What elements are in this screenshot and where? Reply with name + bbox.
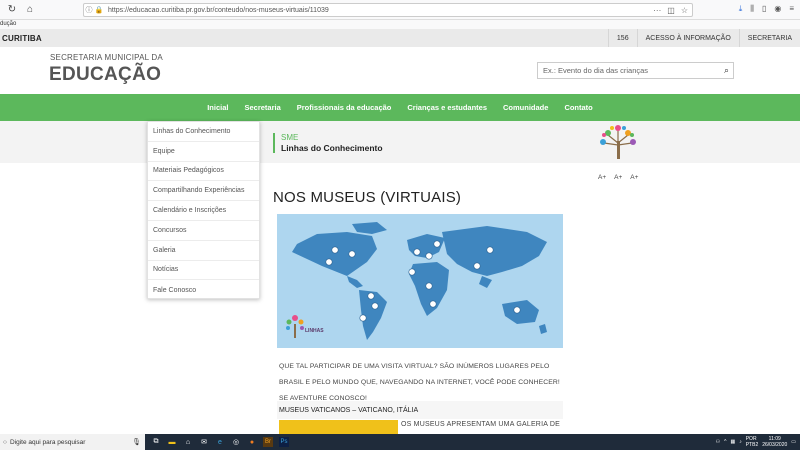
menu-icon[interactable]: ≡ bbox=[789, 4, 794, 14]
system-tray: ⚇ ^ ▦ ♪ POR PTB2 11:09 26/03/2020 ▭ bbox=[716, 436, 800, 448]
bridge-icon[interactable]: Br bbox=[263, 437, 273, 447]
address-bar[interactable]: ⓘ 🔒 https://educacao.curitiba.pr.gov.br/… bbox=[83, 3, 693, 17]
mail-icon[interactable]: ✉ bbox=[199, 437, 209, 447]
firefox-icon[interactable]: ● bbox=[247, 437, 257, 447]
bookmark-item[interactable]: dução bbox=[0, 21, 16, 27]
taskbar-search-text: Digite aqui para pesquisar bbox=[9, 438, 86, 446]
search-input[interactable]: Ex.: Evento do dia das crianças ⌕ bbox=[537, 62, 734, 79]
refresh-icon[interactable]: ↻ bbox=[6, 4, 18, 16]
header-title[interactable]: EDUCAÇÃO bbox=[49, 64, 161, 86]
site-topbar: CURITIBA 156 ACESSO À INFORMAÇÃO SECRETA… bbox=[0, 29, 800, 47]
linhas-tree-logo bbox=[600, 125, 636, 159]
taskbar-search[interactable]: ○ Digite aqui para pesquisar 🎙 bbox=[0, 434, 145, 450]
chrome-icon[interactable]: ◎ bbox=[231, 437, 241, 447]
home-icon[interactable]: ⌂ bbox=[24, 4, 36, 16]
menu-item-inicial[interactable]: Inicial bbox=[199, 103, 236, 112]
keyboard-code: PTB2 bbox=[745, 442, 759, 448]
network-icon[interactable]: ▦ bbox=[730, 439, 735, 445]
file-explorer-icon[interactable]: ▬ bbox=[167, 437, 177, 447]
section-subtitle: Linhas do Conhecimento bbox=[281, 143, 383, 153]
taskbar-search-icon: ○ bbox=[3, 438, 7, 446]
profile-icon[interactable]: ◉ bbox=[774, 4, 781, 14]
header-subtitle: SECRETARIA MUNICIPAL DA bbox=[50, 53, 163, 62]
font-reset-button[interactable]: A+ bbox=[614, 174, 622, 181]
submenu-item-galeria[interactable]: Galeria bbox=[148, 241, 259, 261]
section-sme[interactable]: SME bbox=[281, 133, 383, 142]
volume-icon[interactable]: ♪ bbox=[739, 439, 742, 445]
info-icon[interactable]: ⓘ bbox=[84, 5, 94, 15]
vatican-heading: MUSEUS VATICANOS – VATICANO, ITÁLIA bbox=[277, 401, 563, 419]
topbar-link-156[interactable]: 156 bbox=[607, 29, 637, 47]
menu-item-contato[interactable]: Contato bbox=[556, 103, 600, 112]
notifications-icon[interactable]: ▭ bbox=[791, 439, 796, 445]
search-icon[interactable]: ⌕ bbox=[724, 65, 729, 76]
intro-paragraph: QUE TAL PARTICIPAR DE UMA VISITA VIRTUAL… bbox=[279, 363, 560, 402]
menu-item-profissionais[interactable]: Profissionais da educação bbox=[289, 103, 400, 112]
main-content: SME Linhas do Conhecimento A+ A+ A+ NOS … bbox=[0, 121, 800, 434]
museus-text: OS MUSEUS APRESENTAM UMA GALERIA DE bbox=[401, 421, 560, 428]
submenu-item-noticias[interactable]: Notícias bbox=[148, 261, 259, 281]
submenu-item-concursos[interactable]: Concursos bbox=[148, 221, 259, 241]
edge-icon[interactable]: e bbox=[215, 437, 225, 447]
search-placeholder: Ex.: Evento do dia das crianças bbox=[543, 66, 649, 75]
library-icon[interactable]: ⫼ bbox=[750, 4, 754, 14]
lock-icon: 🔒 bbox=[94, 7, 104, 14]
menu-item-criancas[interactable]: Crianças e estudantes bbox=[399, 103, 495, 112]
topbar-link-acesso[interactable]: ACESSO À INFORMAÇÃO bbox=[636, 29, 739, 47]
clock-date: 26/03/2020 bbox=[762, 442, 788, 448]
page-actions-icon[interactable]: ··· bbox=[653, 6, 661, 15]
section-band bbox=[0, 121, 800, 163]
section-heading: SME Linhas do Conhecimento bbox=[273, 133, 383, 153]
people-icon[interactable]: ⚇ bbox=[716, 439, 720, 445]
browser-toolbar: ↻ ⌂ ⓘ 🔒 https://educacao.curitiba.pr.gov… bbox=[0, 0, 800, 20]
submenu-item-fale-conosco[interactable]: Fale Conosco bbox=[148, 280, 259, 300]
microphone-icon[interactable]: 🎙 bbox=[132, 438, 141, 446]
font-size-controls: A+ A+ A+ bbox=[598, 174, 638, 181]
bookmark-bar: dução bbox=[0, 20, 800, 29]
world-map-image: LINHAS bbox=[277, 214, 563, 348]
site-header: SECRETARIA MUNICIPAL DA EDUCAÇÃO Ex.: Ev… bbox=[0, 47, 800, 94]
topbar-link-secretaria[interactable]: SECRETARIA bbox=[738, 29, 800, 47]
url-text[interactable]: https://educacao.curitiba.pr.gov.br/cont… bbox=[108, 7, 329, 14]
taskbar-icons: ⧉ ▬ ⌂ ✉ e ◎ ● Br Ps bbox=[151, 437, 289, 447]
main-menu: Inicial Secretaria Profissionais da educ… bbox=[0, 94, 800, 121]
font-increase-button[interactable]: A+ bbox=[598, 174, 606, 181]
submenu-item-compartilhando[interactable]: Compartilhando Experiências bbox=[148, 181, 259, 202]
submenu-item-linhas[interactable]: Linhas do Conhecimento bbox=[148, 122, 259, 142]
submenu-item-calendario[interactable]: Calendário e Inscrições bbox=[148, 201, 259, 221]
windows-taskbar: ○ Digite aqui para pesquisar 🎙 ⧉ ▬ ⌂ ✉ e… bbox=[0, 434, 800, 450]
map-linhas-logo bbox=[286, 315, 304, 338]
pocket-icon[interactable]: ◫ bbox=[667, 6, 675, 15]
page-title: NOS MUSEUS (VIRTUAIS) bbox=[273, 189, 462, 206]
chevron-up-icon[interactable]: ^ bbox=[724, 439, 726, 445]
photoshop-icon[interactable]: Ps bbox=[279, 437, 289, 447]
download-icon[interactable]: ⤓ bbox=[739, 4, 743, 14]
submenu-item-materiais[interactable]: Materiais Pedagógicos bbox=[148, 162, 259, 182]
curitiba-brand[interactable]: CURITIBA bbox=[0, 34, 42, 43]
clock[interactable]: 11:09 26/03/2020 bbox=[762, 436, 787, 448]
font-decrease-button[interactable]: A+ bbox=[630, 174, 638, 181]
menu-item-secretaria[interactable]: Secretaria bbox=[236, 103, 288, 112]
map-logo-text: LINHAS bbox=[305, 328, 324, 334]
vatican-image bbox=[279, 420, 398, 434]
language-indicator[interactable]: POR PTB2 bbox=[746, 436, 759, 448]
bookmark-star-icon[interactable]: ☆ bbox=[681, 6, 688, 15]
sidebar-icon[interactable]: ▯ bbox=[762, 4, 766, 14]
menu-item-comunidade[interactable]: Comunidade bbox=[495, 103, 556, 112]
store-icon[interactable]: ⌂ bbox=[183, 437, 193, 447]
topbar-links: 156 ACESSO À INFORMAÇÃO SECRETARIA bbox=[607, 29, 800, 47]
submenu-dropdown: Linhas do Conhecimento Equipe Materiais … bbox=[147, 121, 260, 299]
submenu-item-equipe[interactable]: Equipe bbox=[148, 142, 259, 162]
task-view-icon[interactable]: ⧉ bbox=[151, 437, 161, 447]
